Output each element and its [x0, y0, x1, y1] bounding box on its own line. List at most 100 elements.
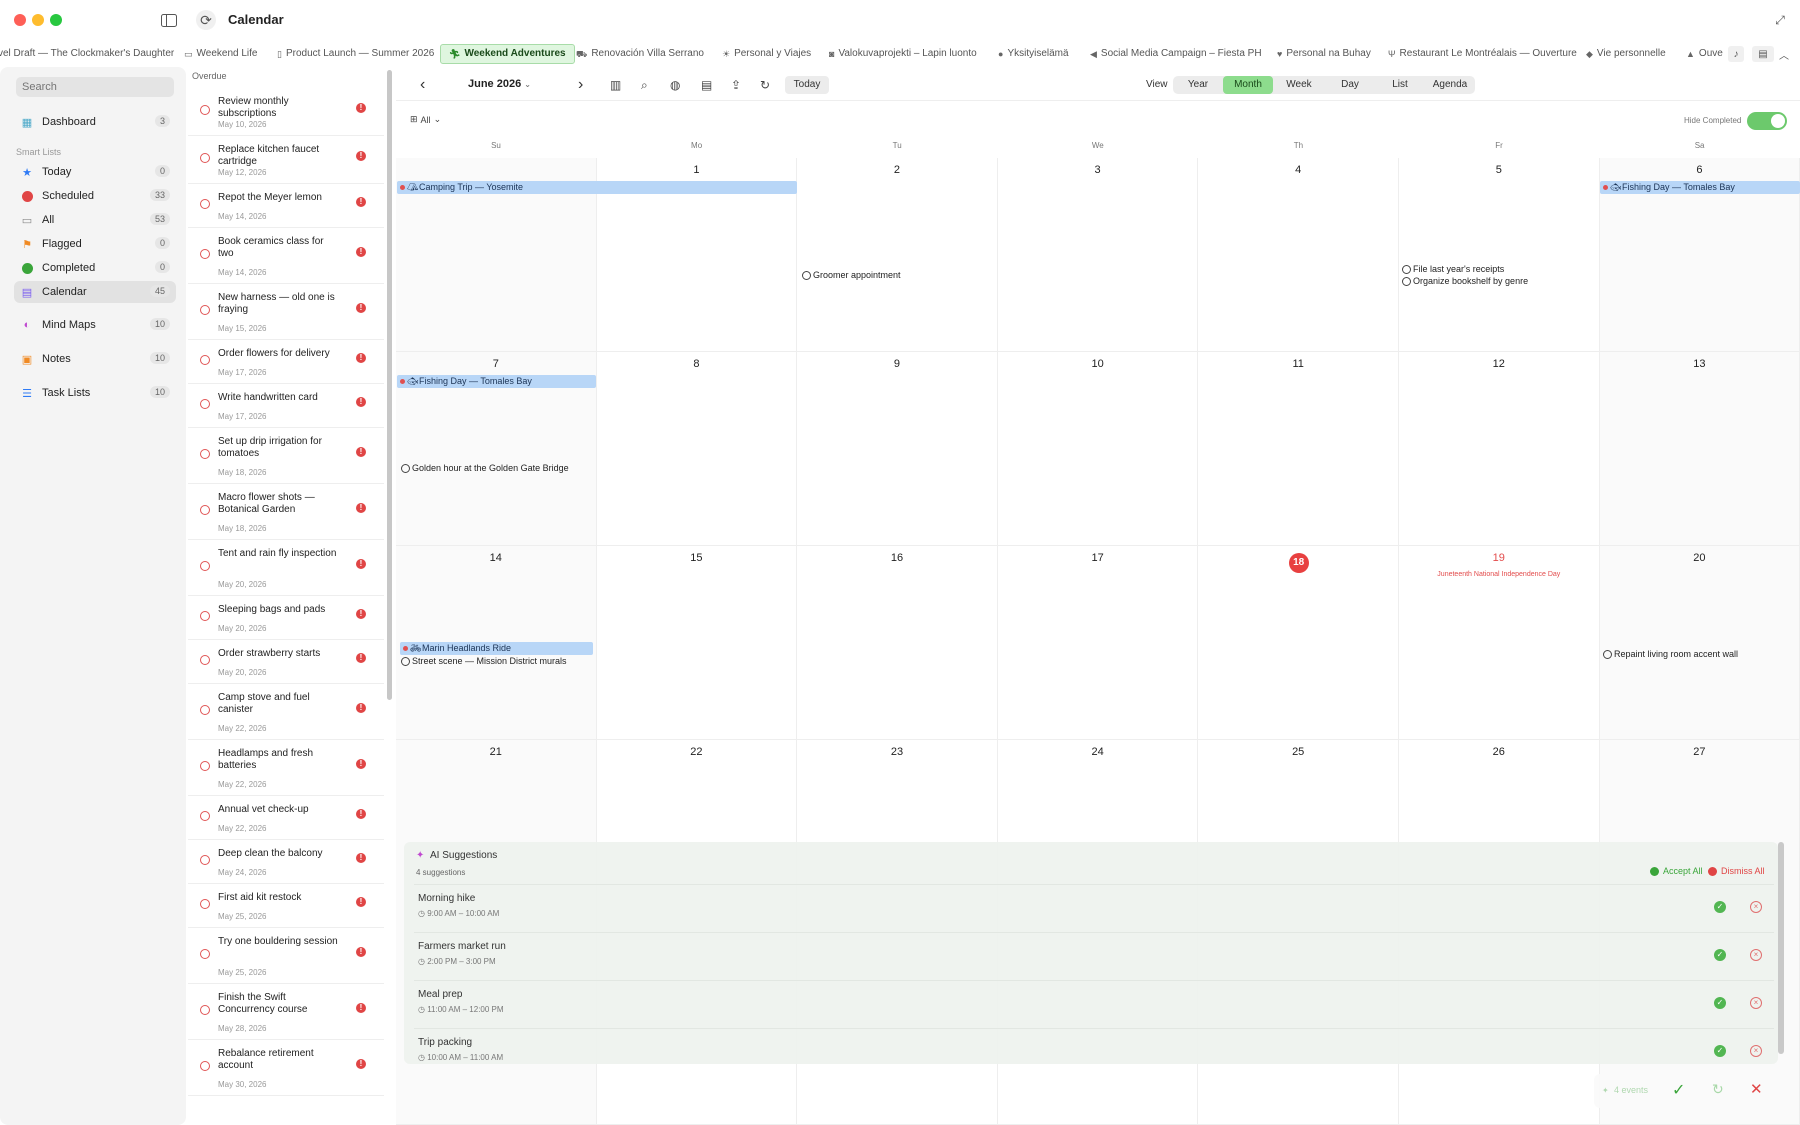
dismiss-all-button[interactable]: Dismiss All — [1708, 866, 1765, 876]
day-cell[interactable]: 18 — [1198, 546, 1399, 740]
checkbox[interactable] — [200, 949, 210, 959]
overdue-item[interactable]: Repot the Meyer lemon May 14, 2026! — [188, 184, 384, 228]
day-cell[interactable]: 5 — [1399, 158, 1600, 352]
task-item[interactable]: Street scene — Mission District murals — [401, 656, 567, 666]
close-icon[interactable]: ✕ — [1750, 1080, 1763, 1098]
overdue-item[interactable]: Order strawberry starts May 20, 2026! — [188, 640, 384, 684]
tab-overview-icon[interactable]: ▤ — [1752, 46, 1774, 62]
accept-suggestion-button[interactable]: ✓ — [1714, 901, 1726, 913]
checkbox[interactable] — [1402, 276, 1411, 286]
overdue-scrollbar[interactable] — [387, 70, 392, 700]
day-cell[interactable]: 8 — [596, 352, 798, 546]
view-list[interactable]: List — [1375, 76, 1425, 94]
checkbox[interactable] — [401, 656, 410, 666]
overdue-item[interactable]: First aid kit restock May 25, 2026! — [188, 884, 384, 928]
tab-personal-y-viajes[interactable]: ☀ Personal y Viajes — [722, 44, 811, 64]
checkbox[interactable] — [200, 899, 210, 909]
checkbox[interactable] — [200, 105, 210, 115]
checkbox[interactable] — [200, 249, 210, 259]
checkbox[interactable] — [200, 611, 210, 621]
dismiss-suggestion-button[interactable]: × — [1750, 997, 1762, 1009]
sidebar-item-mind-maps[interactable]: ◐ Mind Maps 10 — [14, 314, 176, 336]
sync-icon[interactable]: ⟳ — [196, 10, 216, 30]
tab-clockmakers-daughter[interactable]: vel Draft — The Clockmaker's Daughter — [0, 44, 174, 64]
hide-completed-toggle[interactable] — [1747, 112, 1787, 130]
filter-dropdown[interactable]: ⊞ All ⌄ — [410, 114, 441, 125]
overdue-item[interactable]: Sleeping bags and pads May 20, 2026! — [188, 596, 384, 640]
day-cell[interactable]: 15 — [596, 546, 798, 740]
day-cell[interactable]: 4 — [1198, 158, 1399, 352]
overdue-item[interactable]: Book ceramics class for two May 14, 2026! — [188, 228, 384, 284]
checkbox[interactable] — [200, 199, 210, 209]
overdue-item[interactable]: Write handwritten card May 17, 2026! — [188, 384, 384, 428]
tab-valokuvaprojekti[interactable]: ◙ Valokuvaprojekti – Lapin luonto — [829, 44, 977, 64]
tab-weekend-adventures[interactable]: 🏃︎ Weekend Adventures — [440, 44, 575, 64]
checkbox[interactable] — [200, 761, 210, 771]
overdue-item[interactable]: Try one bouldering session May 25, 2026! — [188, 928, 384, 984]
refresh-icon[interactable]: ↻ — [1712, 1081, 1724, 1098]
bar-chart-icon[interactable]: ▥ — [610, 78, 621, 92]
day-cell[interactable]: 9 — [797, 352, 998, 546]
view-day[interactable]: Day — [1325, 76, 1375, 94]
day-cell[interactable]: 3 — [997, 158, 1199, 352]
task-item[interactable]: Organize bookshelf by genre — [1402, 276, 1528, 286]
document-icon[interactable]: ▤ — [701, 78, 712, 92]
day-cell[interactable]: 19 Juneteenth National Independence Day — [1399, 546, 1600, 740]
close-window-button[interactable] — [14, 14, 26, 26]
sidebar-item-completed[interactable]: Completed 0 — [14, 257, 176, 279]
accept-all-button[interactable]: Accept All — [1650, 866, 1703, 876]
ai-panel-scrollbar[interactable] — [1778, 842, 1784, 1054]
checkbox[interactable] — [200, 811, 210, 821]
checkbox[interactable] — [200, 399, 210, 409]
overdue-item[interactable]: Replace kitchen faucet cartridge May 12, … — [188, 136, 384, 184]
checkbox[interactable] — [1603, 649, 1612, 659]
checkbox[interactable] — [200, 1061, 210, 1071]
checkbox[interactable] — [200, 855, 210, 865]
checkbox[interactable] — [401, 463, 410, 473]
day-cell[interactable]: 2 — [797, 158, 998, 352]
overdue-item[interactable]: Annual vet check-up May 22, 2026! — [188, 796, 384, 840]
tab-social-media-campaign[interactable]: ◀ Social Media Campaign – Fiesta PH — [1090, 44, 1262, 64]
previous-month-button[interactable]: ‹ — [420, 76, 425, 94]
day-cell[interactable]: 10 — [997, 352, 1199, 546]
day-cell[interactable]: 12 — [1399, 352, 1600, 546]
chevron-up-icon[interactable]: ︿ — [1776, 46, 1792, 62]
sidebar-item-all[interactable]: ▭ All 53 — [14, 209, 176, 231]
month-picker[interactable]: June 2026 ⌄ — [468, 78, 531, 90]
day-cell[interactable]: 17 — [997, 546, 1199, 740]
today-button[interactable]: Today — [785, 76, 829, 94]
checkbox[interactable] — [200, 561, 210, 571]
checkbox[interactable] — [200, 355, 210, 365]
checkbox[interactable] — [1402, 264, 1411, 274]
overdue-item[interactable]: Tent and rain fly inspection May 20, 2026… — [188, 540, 384, 596]
search-icon[interactable]: ⌕ — [641, 78, 648, 93]
accept-suggestion-button[interactable]: ✓ — [1714, 1045, 1726, 1057]
tab-vie-personnelle[interactable]: ◆ Vie personnelle — [1586, 44, 1666, 64]
sidebar-item-flagged[interactable]: ⚑ Flagged 0 — [14, 233, 176, 255]
share-icon[interactable]: ⇪ — [731, 78, 741, 92]
tab-restaurant-le-montrealais[interactable]: Ψ Restaurant Le Montréalais — Ouverture — [1388, 44, 1577, 64]
next-month-button[interactable]: › — [578, 76, 583, 94]
zoom-window-button[interactable] — [50, 14, 62, 26]
checkbox[interactable] — [200, 705, 210, 715]
day-cell[interactable]: 13 — [1599, 352, 1800, 546]
tab-yksityiselama[interactable]: ● Yksityiselämä — [998, 44, 1069, 64]
overdue-item[interactable]: Review monthly subscriptions May 10, 2026… — [188, 88, 384, 136]
sidebar-item-notes[interactable]: ▣ Notes 10 — [14, 348, 176, 370]
tab-product-launch[interactable]: ▯ Product Launch — Summer 2026 — [277, 44, 434, 64]
checkbox[interactable] — [200, 153, 210, 163]
refresh-icon[interactable]: ↻ — [760, 78, 770, 92]
sidebar-item-calendar[interactable]: ▤ Calendar 45 — [14, 281, 176, 303]
overdue-item[interactable]: New harness — old one is fraying May 15, … — [188, 284, 384, 340]
minimize-window-button[interactable] — [32, 14, 44, 26]
overdue-item[interactable]: Rebalance retirement account May 30, 2026… — [188, 1040, 384, 1096]
view-agenda[interactable]: Agenda — [1425, 76, 1475, 94]
view-year[interactable]: Year — [1173, 76, 1223, 94]
view-month[interactable]: Month — [1223, 76, 1273, 94]
sidebar-item-today[interactable]: ★ Today 0 — [14, 161, 176, 183]
checkmark-icon[interactable]: ✓ — [1672, 1080, 1685, 1100]
checkbox[interactable] — [200, 655, 210, 665]
checkbox[interactable] — [200, 449, 210, 459]
overdue-item[interactable]: Headlamps and fresh batteries May 22, 202… — [188, 740, 384, 796]
view-week[interactable]: Week — [1273, 76, 1325, 94]
